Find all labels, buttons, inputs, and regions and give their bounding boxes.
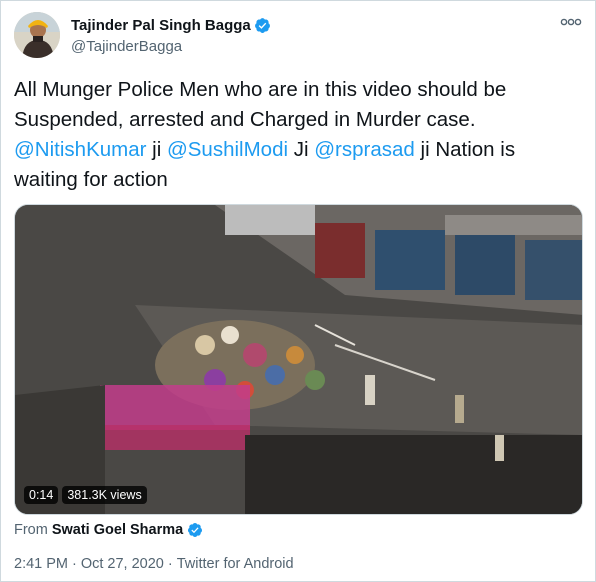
from-label: From — [14, 522, 48, 538]
more-options-icon[interactable] — [559, 14, 583, 30]
video-player[interactable]: 0:14 381.3K views — [14, 204, 583, 515]
avatar[interactable] — [14, 12, 60, 58]
tweet-time-link[interactable]: 2:41 PM — [14, 556, 68, 572]
author-display-name[interactable]: Tajinder Pal Singh Bagga — [71, 17, 251, 34]
verified-badge-icon — [187, 522, 203, 538]
video-views-badge: 381.3K views — [62, 486, 147, 504]
mention-link-nitishkumar[interactable]: @NitishKumar — [14, 138, 146, 161]
tweet-meta: 2:41 PM · Oct 27, 2020 · Twitter for And… — [14, 556, 294, 572]
video-duration-badge: 0:14 — [24, 486, 59, 504]
tweet-text-part: Ji — [288, 138, 315, 161]
mention-link-sushilmodi[interactable]: @SushilModi — [167, 138, 288, 161]
author-handle[interactable]: @TajinderBagga — [71, 38, 271, 55]
tweet-header: Tajinder Pal Singh Bagga @TajinderBagga — [14, 12, 583, 60]
tweet-text-part: ji — [146, 138, 167, 161]
author-names: Tajinder Pal Singh Bagga @TajinderBagga — [71, 15, 271, 55]
tweet-source-link[interactable]: Twitter for Android — [177, 556, 294, 572]
tweet-card: Tajinder Pal Singh Bagga @TajinderBagga … — [0, 0, 596, 582]
video-frame — [15, 205, 582, 514]
attribution-name-link[interactable]: Swati Goel Sharma — [52, 522, 183, 538]
display-name-row[interactable]: Tajinder Pal Singh Bagga — [71, 15, 271, 35]
video-badges: 0:14 381.3K views — [24, 486, 147, 504]
tweet-text: All Munger Police Men who are in this vi… — [14, 75, 584, 195]
meta-separator: · — [167, 556, 173, 572]
tweet-date-link[interactable]: Oct 27, 2020 — [81, 556, 164, 572]
mention-link-rsprasad[interactable]: @rsprasad — [314, 138, 415, 161]
media-attribution: From Swati Goel Sharma — [14, 520, 203, 540]
tweet-text-part: All Munger Police Men who are in this vi… — [14, 78, 507, 131]
verified-badge-icon — [254, 17, 271, 34]
meta-separator: · — [72, 556, 77, 572]
